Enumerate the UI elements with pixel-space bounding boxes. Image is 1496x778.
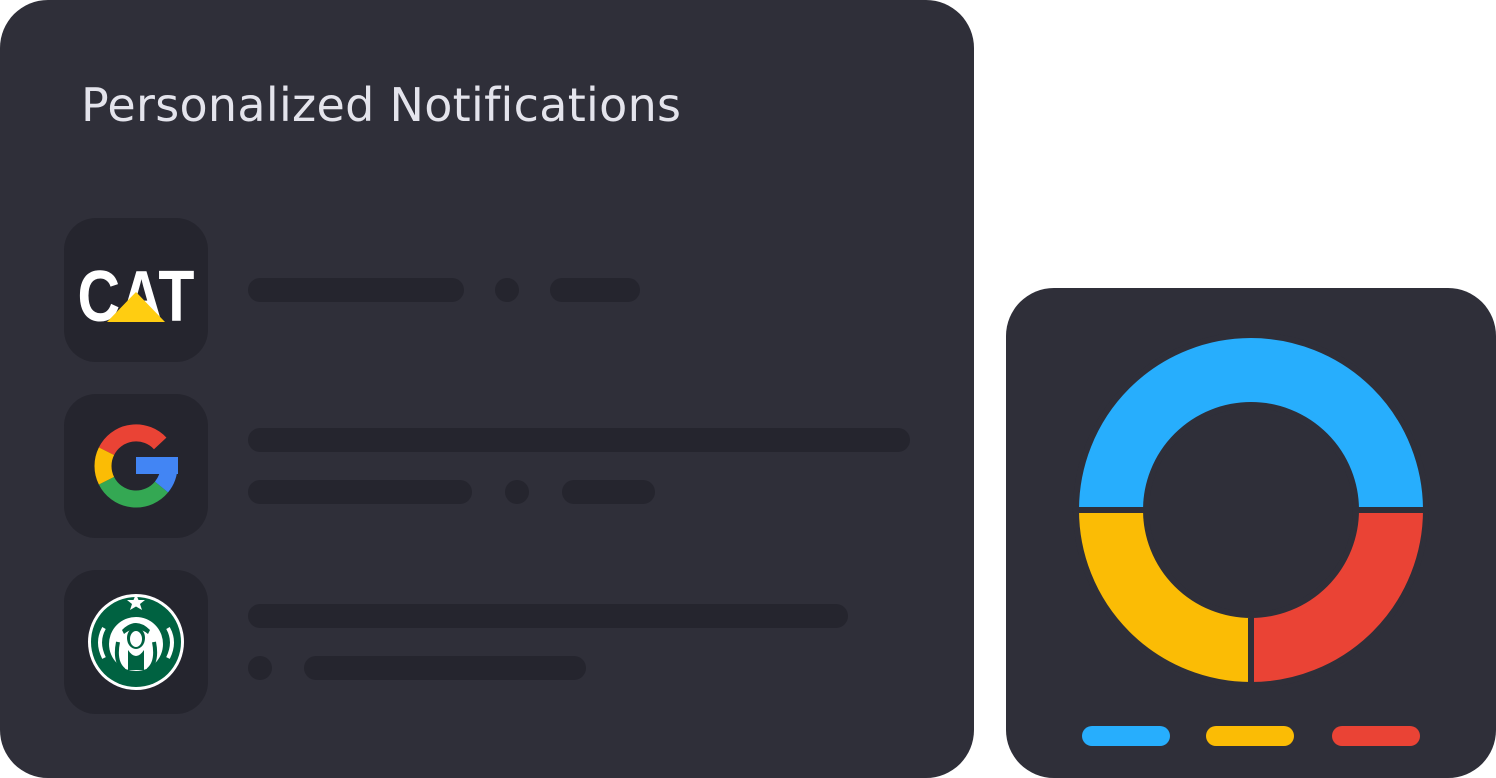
notification-title-skeleton xyxy=(248,278,464,302)
cat-logo-tile[interactable]: CAT xyxy=(64,218,208,362)
legend-swatch xyxy=(1332,726,1420,746)
separator-dot xyxy=(248,656,272,680)
notifications-panel: Personalized Notifications CAT xyxy=(0,0,974,778)
donut-slice xyxy=(1248,507,1430,689)
legend-swatch xyxy=(1082,726,1170,746)
separator-dot xyxy=(505,480,529,504)
legend-swatch xyxy=(1206,726,1294,746)
cat-logo-icon: CAT xyxy=(78,255,195,336)
donut-slice xyxy=(1072,507,1254,689)
notification-meta-skeleton xyxy=(304,656,586,680)
page-title: Personalized Notifications xyxy=(81,78,682,132)
google-logo-tile[interactable] xyxy=(64,394,208,538)
starbucks-logo-icon xyxy=(88,594,184,690)
google-logo-icon xyxy=(94,424,178,508)
donut-chart xyxy=(1072,332,1430,689)
separator-dot xyxy=(495,278,519,302)
starbucks-logo-tile[interactable] xyxy=(64,570,208,714)
notification-title-skeleton xyxy=(248,604,848,628)
donut-slice xyxy=(1072,332,1430,513)
notification-meta-skeleton xyxy=(562,480,655,504)
notification-title-skeleton xyxy=(248,428,910,452)
chart-panel xyxy=(1006,288,1496,778)
notification-meta-skeleton xyxy=(550,278,640,302)
notification-subtitle-skeleton xyxy=(248,480,472,504)
